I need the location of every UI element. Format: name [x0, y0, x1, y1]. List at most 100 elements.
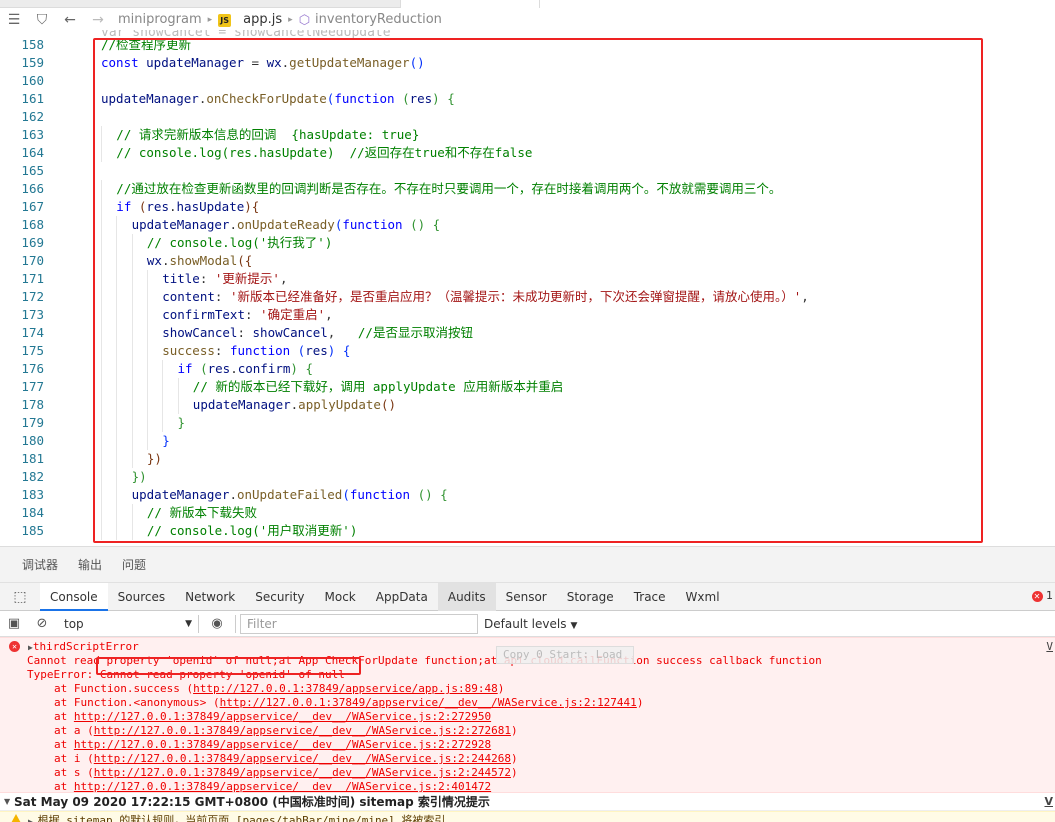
clear-icon[interactable]: ⊘	[28, 616, 56, 631]
line-number[interactable]: 163	[0, 126, 44, 144]
line-number[interactable]: 174	[0, 324, 44, 342]
line-number[interactable]: 158	[0, 36, 44, 54]
context-select[interactable]: top ▼	[56, 615, 194, 633]
line-number[interactable]: 170	[0, 252, 44, 270]
editor-tab-active[interactable]	[400, 0, 540, 8]
line-number[interactable]: 161	[0, 90, 44, 108]
line-number[interactable]: 173	[0, 306, 44, 324]
breadcrumb-project[interactable]: miniprogram	[118, 8, 202, 32]
line-number[interactable]: 169	[0, 234, 44, 252]
expand-triangle-icon[interactable]: ▶	[28, 817, 38, 822]
line-number[interactable]: 162	[0, 108, 44, 126]
stack-frame-link[interactable]: http://127.0.0.1:37849/appservice/__dev_…	[94, 766, 511, 779]
code-line[interactable]: 163 // 请求完新版本信息的回调 {hasUpdate: true}	[0, 126, 1055, 144]
tab-debugger[interactable]: 调试器	[22, 547, 58, 583]
code-line[interactable]: 171 title: '更新提示',	[0, 270, 1055, 288]
tab-console[interactable]: Console	[40, 582, 108, 611]
tab-storage[interactable]: Storage	[557, 583, 624, 611]
code-line[interactable]: 158 //检查程序更新	[0, 36, 1055, 54]
tab-trace[interactable]: Trace	[624, 583, 676, 611]
tab-sources[interactable]: Sources	[108, 583, 175, 611]
code-line[interactable]: 182})	[0, 468, 1055, 486]
breadcrumb-symbol[interactable]: inventoryReduction	[315, 8, 442, 32]
code-line[interactable]: 162	[0, 108, 1055, 126]
forward-arrow-icon[interactable]: →	[84, 8, 112, 32]
code-line[interactable]: 167 if (res.hasUpdate){	[0, 198, 1055, 216]
line-number[interactable]: 159	[0, 54, 44, 72]
error-count-badge[interactable]: ✕ 1	[1031, 589, 1053, 602]
line-number[interactable]: 166	[0, 180, 44, 198]
line-number[interactable]: 175	[0, 342, 44, 360]
line-number[interactable]: 182	[0, 468, 44, 486]
error-header-line[interactable]: ▶thirdScriptError	[28, 640, 139, 655]
tab-wxml[interactable]: Wxml	[676, 583, 730, 611]
line-number[interactable]: 160	[0, 72, 44, 90]
breadcrumb-file[interactable]: app.js	[243, 8, 282, 32]
code-line[interactable]: 185 // console.log('用户取消更新')	[0, 522, 1055, 540]
line-number[interactable]: 165	[0, 162, 44, 180]
line-number[interactable]: 179	[0, 414, 44, 432]
sidebar-toggle-icon[interactable]: ▣	[0, 616, 28, 631]
line-number[interactable]: 176	[0, 360, 44, 378]
log-group[interactable]: ▼ Sat May 09 2020 17:22:15 GMT+0800 (中国标…	[0, 793, 1055, 811]
bookmark-icon[interactable]: ⛉	[28, 8, 56, 32]
line-number[interactable]: 178	[0, 396, 44, 414]
source-link[interactable]: V	[1046, 640, 1053, 654]
eye-icon[interactable]: ◉	[203, 616, 231, 631]
expand-triangle-icon[interactable]: ▼	[4, 793, 10, 811]
source-link[interactable]: V	[1044, 793, 1053, 811]
line-number[interactable]: 167	[0, 198, 44, 216]
code-line[interactable]: 164 // console.log(res.hasUpdate) //返回存在t…	[0, 144, 1055, 162]
line-number[interactable]: 177	[0, 378, 44, 396]
code-line[interactable]: 181})	[0, 450, 1055, 468]
code-line[interactable]: 172 content: '新版本已经准备好，是否重启应用？（温馨提示：未成功更新…	[0, 288, 1055, 306]
stack-frame-link[interactable]: http://127.0.0.1:37849/appservice/app.js…	[193, 682, 498, 695]
code-line[interactable]: 175 success: function (res) {	[0, 342, 1055, 360]
code-line[interactable]: 168 updateManager.onUpdateReady(function …	[0, 216, 1055, 234]
tab-mock[interactable]: Mock	[315, 583, 366, 611]
line-number[interactable]: 168	[0, 216, 44, 234]
line-number[interactable]: 184	[0, 504, 44, 522]
code-line[interactable]: 178 updateManager.applyUpdate()	[0, 396, 1055, 414]
tab-output[interactable]: 输出	[78, 547, 102, 583]
code-line[interactable]: 161 updateManager.onCheckForUpdate(functi…	[0, 90, 1055, 108]
line-number[interactable]: 171	[0, 270, 44, 288]
back-arrow-icon[interactable]: ←	[56, 8, 84, 32]
log-levels-dropdown[interactable]: Default levels ▼	[484, 617, 577, 631]
stack-frame-link[interactable]: http://127.0.0.1:37849/appservice/__dev_…	[74, 738, 491, 751]
line-number[interactable]: 164	[0, 144, 44, 162]
inspect-icon[interactable]: ⬚	[0, 589, 40, 605]
code-line[interactable]: 169 // console.log('执行我了')	[0, 234, 1055, 252]
code-line[interactable]: 176 if (res.confirm) {	[0, 360, 1055, 378]
tab-audits[interactable]: Audits	[437, 582, 496, 611]
stack-frame-link[interactable]: http://127.0.0.1:37849/appservice/__dev_…	[74, 710, 491, 723]
code-line[interactable]: 173 confirmText: '确定重启',	[0, 306, 1055, 324]
stack-frame-link[interactable]: http://127.0.0.1:37849/appservice/__dev_…	[74, 780, 491, 792]
filter-input[interactable]	[240, 613, 478, 634]
line-number[interactable]: 185	[0, 522, 44, 540]
code-line[interactable]: 160	[0, 72, 1055, 90]
code-line[interactable]: 170 wx.showModal({	[0, 252, 1055, 270]
code-line[interactable]: 180}	[0, 432, 1055, 450]
line-number[interactable]: 180	[0, 432, 44, 450]
code-line[interactable]: 179}	[0, 414, 1055, 432]
code-line[interactable]: 166 //通过放在检查更新函数里的回调判断是否存在。不存在时只要调用一个，存在时…	[0, 180, 1055, 198]
code-line[interactable]: 177 // 新的版本已经下载好，调用 applyUpdate 应用新版本并重启	[0, 378, 1055, 396]
code-line[interactable]: 165	[0, 162, 1055, 180]
code-line[interactable]: 159 const updateManager = wx.getUpdateMan…	[0, 54, 1055, 72]
tab-security[interactable]: Security	[245, 583, 314, 611]
code-line[interactable]: 184 // 新版本下载失败	[0, 504, 1055, 522]
tab-network[interactable]: Network	[175, 583, 245, 611]
tab-sensor[interactable]: Sensor	[496, 583, 557, 611]
stack-frame-link[interactable]: http://127.0.0.1:37849/appservice/__dev_…	[94, 752, 511, 765]
code-line[interactable]: 174 showCancel: showCancel, //是否显示取消按钮	[0, 324, 1055, 342]
list-icon[interactable]: ☰	[0, 8, 28, 32]
line-number[interactable]: 183	[0, 486, 44, 504]
code-line[interactable]: 183 updateManager.onUpdateFailed(function…	[0, 486, 1055, 504]
code-editor[interactable]: 158//检查程序更新 159 const updateManager = wx.g…	[0, 36, 1055, 546]
tab-appdata[interactable]: AppData	[366, 583, 438, 611]
line-number[interactable]: 172	[0, 288, 44, 306]
stack-frame-link[interactable]: http://127.0.0.1:37849/appservice/__dev_…	[94, 724, 511, 737]
tab-problems[interactable]: 问题	[122, 547, 146, 583]
line-number[interactable]: 181	[0, 450, 44, 468]
